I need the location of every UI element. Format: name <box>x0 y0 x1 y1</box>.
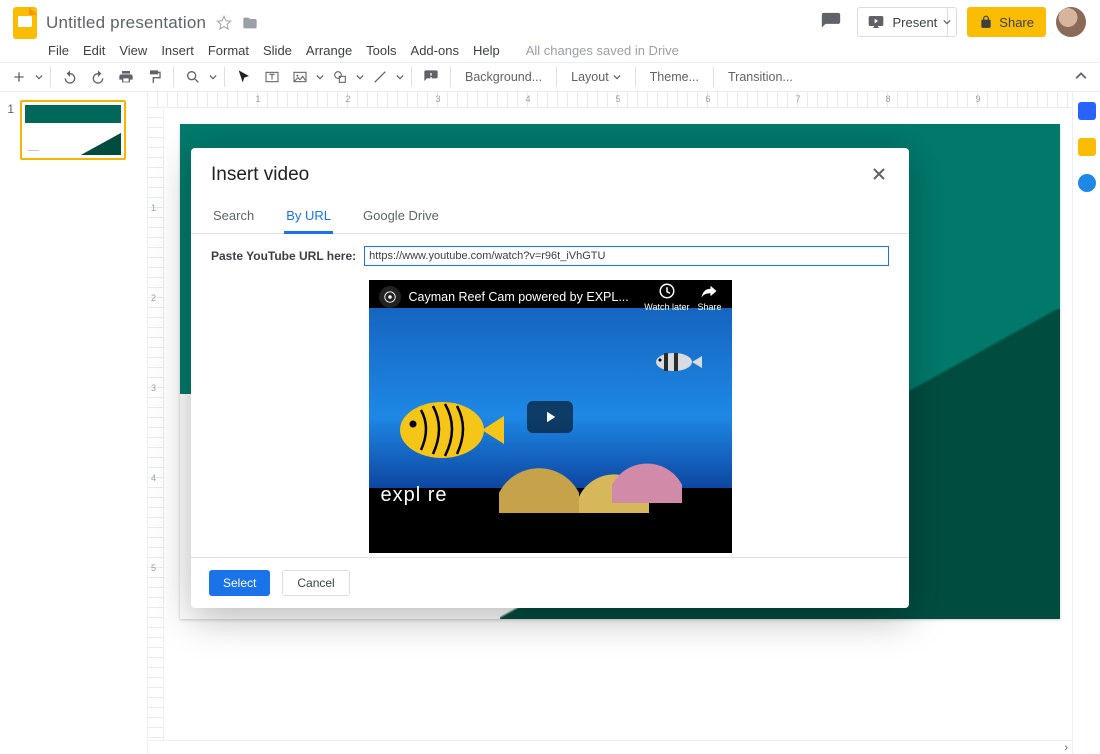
theme-button[interactable]: Theme... <box>642 64 707 90</box>
menu-insert[interactable]: Insert <box>161 43 194 58</box>
share-video-button[interactable]: Share <box>697 282 721 312</box>
dialog-title: Insert video <box>211 164 309 186</box>
toolbar: Background... Layout Theme... Transition… <box>0 62 1100 92</box>
slides-app-icon[interactable] <box>12 6 38 41</box>
fish-icon <box>652 350 702 374</box>
menu-file[interactable]: File <box>48 43 69 58</box>
menu-help[interactable]: Help <box>473 43 500 58</box>
vertical-ruler: 1 2 3 4 5 <box>148 108 164 754</box>
comment-tool[interactable] <box>418 64 444 90</box>
shape-dropdown[interactable] <box>355 73 365 81</box>
star-icon[interactable] <box>216 15 232 31</box>
keep-addon-icon[interactable] <box>1078 138 1096 156</box>
youtube-url-input[interactable] <box>364 246 889 266</box>
shape-tool[interactable] <box>327 64 353 90</box>
background-button[interactable]: Background... <box>457 64 550 90</box>
redo-button[interactable] <box>85 64 111 90</box>
url-field-label: Paste YouTube URL here: <box>211 249 356 263</box>
menu-format[interactable]: Format <box>208 43 249 58</box>
slide-filmstrip[interactable]: 1 ____ <box>0 92 148 754</box>
tab-google-drive[interactable]: Google Drive <box>361 200 441 233</box>
slide-number: 1 <box>6 100 14 116</box>
document-title[interactable]: Untitled presentation <box>46 13 206 33</box>
save-status: All changes saved in Drive <box>526 43 679 58</box>
collapse-toolbar-button[interactable] <box>1068 64 1094 90</box>
menu-bar: File Edit View Insert Format Slide Arran… <box>0 40 1100 62</box>
menu-slide[interactable]: Slide <box>263 43 292 58</box>
comments-button[interactable] <box>815 6 847 38</box>
textbox-tool[interactable] <box>259 64 285 90</box>
fish-icon <box>387 390 507 470</box>
present-label: Present <box>892 15 937 30</box>
channel-avatar-icon <box>379 286 401 308</box>
menu-edit[interactable]: Edit <box>83 43 105 58</box>
play-button[interactable] <box>527 401 573 433</box>
undo-button[interactable] <box>57 64 83 90</box>
reef-decoration <box>612 448 682 503</box>
move-folder-icon[interactable] <box>242 15 258 31</box>
reef-decoration <box>499 443 579 513</box>
menu-tools[interactable]: Tools <box>366 43 396 58</box>
tasks-addon-icon[interactable] <box>1078 174 1096 192</box>
present-button[interactable]: Present <box>857 7 948 37</box>
insert-video-dialog: Insert video Search By URL Google Drive … <box>191 148 909 608</box>
share-button[interactable]: Share <box>967 7 1046 37</box>
side-panel <box>1072 92 1100 754</box>
menu-addons[interactable]: Add-ons <box>411 43 459 58</box>
dialog-tabs: Search By URL Google Drive <box>191 192 909 234</box>
explore-watermark: expl re <box>381 484 448 507</box>
zoom-dropdown[interactable] <box>208 73 218 81</box>
line-tool[interactable] <box>367 64 393 90</box>
tab-search[interactable]: Search <box>211 200 256 233</box>
new-slide-button[interactable] <box>6 64 32 90</box>
menu-view[interactable]: View <box>119 43 147 58</box>
zoom-button[interactable] <box>180 64 206 90</box>
slide-thumbnail-1[interactable]: ____ <box>20 100 126 160</box>
print-button[interactable] <box>113 64 139 90</box>
video-title: Cayman Reef Cam powered by EXPL... <box>409 290 637 304</box>
line-dropdown[interactable] <box>395 73 405 81</box>
explore-caret-icon[interactable]: › <box>1064 742 1068 754</box>
horizontal-ruler: 1 2 3 4 5 6 7 8 9 <box>148 92 1072 108</box>
watch-later-button[interactable]: Watch later <box>644 282 689 312</box>
image-dropdown[interactable] <box>315 73 325 81</box>
image-tool[interactable] <box>287 64 313 90</box>
video-preview[interactable]: Cayman Reef Cam powered by EXPL... Watch… <box>369 280 732 553</box>
transition-button[interactable]: Transition... <box>720 64 801 90</box>
select-button[interactable]: Select <box>209 570 270 596</box>
tab-by-url[interactable]: By URL <box>284 200 333 233</box>
select-tool[interactable] <box>231 64 257 90</box>
menu-arrange[interactable]: Arrange <box>306 43 352 58</box>
account-avatar[interactable] <box>1056 7 1086 37</box>
close-dialog-button[interactable] <box>869 164 889 184</box>
share-label: Share <box>999 15 1034 30</box>
cancel-button[interactable]: Cancel <box>282 570 349 596</box>
calendar-addon-icon[interactable] <box>1078 102 1096 120</box>
present-dropdown[interactable] <box>937 7 957 37</box>
layout-button[interactable]: Layout <box>563 64 629 90</box>
speaker-notes-collapsed[interactable]: › <box>148 740 1072 754</box>
paint-format-button[interactable] <box>141 64 167 90</box>
app-header: Untitled presentation Present Share <box>0 0 1100 40</box>
new-slide-dropdown[interactable] <box>34 73 44 81</box>
